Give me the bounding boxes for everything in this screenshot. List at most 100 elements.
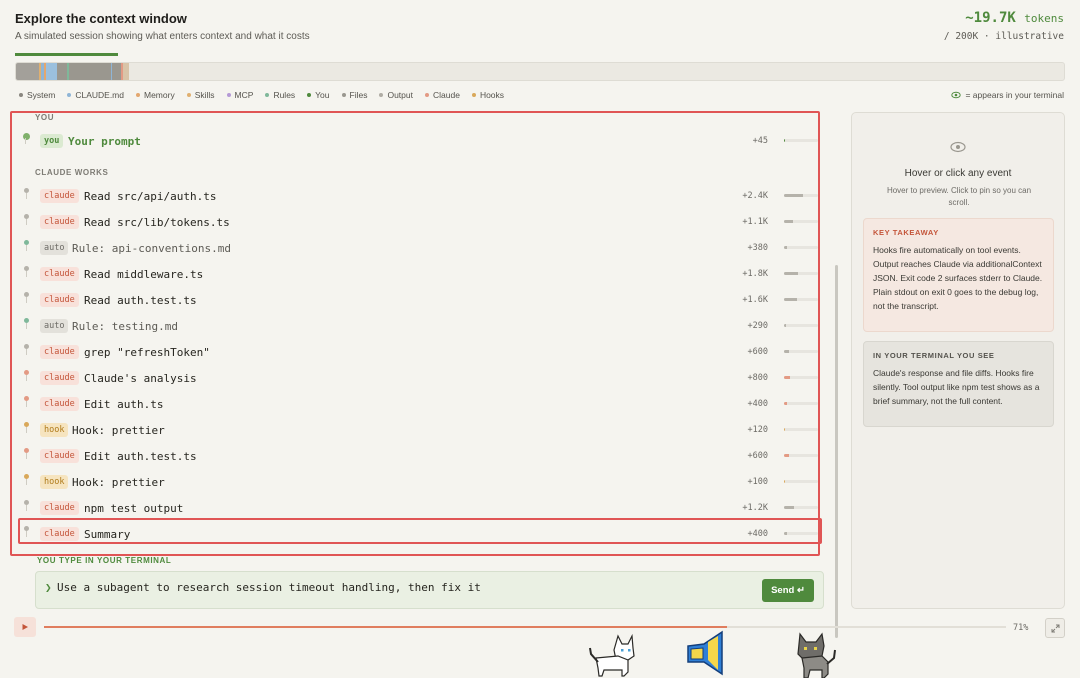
- section-label-claude-works: CLAUDE WORKS: [35, 168, 109, 177]
- event-label: Hook: prettier: [72, 423, 165, 437]
- event-marker: [24, 370, 29, 381]
- event-row[interactable]: hook Hook: prettier +100: [24, 472, 818, 492]
- event-marker: [24, 344, 29, 355]
- event-marker: [24, 318, 29, 329]
- expand-icon: [1051, 624, 1059, 632]
- event-row[interactable]: auto Rule: api-conventions.md +380: [24, 238, 818, 258]
- event-token-fill: [784, 220, 793, 223]
- event-row[interactable]: claude grep "refreshToken" +600: [24, 342, 818, 362]
- event-tokens: +600: [747, 347, 768, 357]
- event-token-bar: [784, 298, 818, 301]
- legend-dot: [379, 93, 384, 97]
- event-row[interactable]: claude npm test output +1.2K: [24, 498, 818, 518]
- event-label: Edit auth.test.ts: [84, 449, 197, 463]
- section-label-you: YOU: [35, 113, 55, 122]
- send-button[interactable]: Send ↵: [762, 579, 814, 602]
- legend-label: Skills: [194, 90, 215, 100]
- event-token-fill: [784, 480, 786, 483]
- legend-label: CLAUDE.md: [75, 90, 124, 100]
- play-icon: [22, 624, 28, 630]
- event-label: npm test output: [84, 501, 184, 515]
- event-token-bar: [784, 480, 818, 483]
- event-tokens: +100: [747, 477, 768, 487]
- context-stack-bar[interactable]: [15, 62, 1065, 81]
- event-row[interactable]: claude Claude's analysis +800: [24, 368, 818, 388]
- event-row[interactable]: auto Rule: testing.md +290: [24, 316, 818, 336]
- event-token-fill: [784, 194, 803, 197]
- highlight-summary: [18, 518, 822, 544]
- terminal-input[interactable]: ❯ Use a subagent to research session tim…: [35, 571, 824, 609]
- event-marker: [24, 266, 29, 277]
- event-label: Read middleware.ts: [84, 267, 204, 281]
- event-label: Edit auth.ts: [84, 397, 164, 411]
- terminal-view-card: IN YOUR TERMINAL YOU SEE Claude's respon…: [863, 341, 1054, 427]
- event-marker: [24, 188, 29, 199]
- context-segment: [16, 63, 40, 80]
- event-token-fill: [784, 350, 789, 353]
- legend-label: System: [27, 90, 56, 100]
- event-label: Read src/lib/tokens.ts: [84, 215, 230, 229]
- playback-slider[interactable]: [44, 626, 1006, 628]
- event-timeline[interactable]: YOU CLAUDE WORKS you Your prompt +45 claude…: [10, 111, 820, 556]
- terminal-text: Use a subagent to research session timeo…: [57, 581, 481, 594]
- event-token-bar: [784, 246, 818, 249]
- detail-hint: Hover to preview. Click to pin so you ca…: [886, 186, 1032, 207]
- event-tokens: +380: [747, 243, 768, 253]
- legend-label: Files: [349, 90, 368, 100]
- event-row[interactable]: claude Edit auth.ts +400: [24, 394, 818, 414]
- event-badge: claude: [40, 345, 79, 359]
- terminal-legend-label: = appears in your terminal: [965, 90, 1064, 100]
- event-label: Rule: api-conventions.md: [72, 241, 231, 255]
- event-row[interactable]: you Your prompt +45: [23, 131, 818, 151]
- terminal-legend: = appears in your terminal: [951, 90, 1064, 100]
- event-row[interactable]: hook Hook: prettier +120: [24, 420, 818, 440]
- event-row[interactable]: claude Read middleware.ts +1.8K: [24, 264, 818, 284]
- event-row[interactable]: claude Read auth.test.ts +1.6K: [24, 290, 818, 310]
- key-takeaway-title: KEY TAKEAWAY: [873, 228, 939, 237]
- event-label: Read auth.test.ts: [84, 293, 197, 307]
- event-token-bar: [784, 194, 818, 197]
- event-token-bar: [784, 506, 818, 509]
- terminal-view-title: IN YOUR TERMINAL YOU SEE: [873, 351, 995, 360]
- event-tokens: +120: [747, 425, 768, 435]
- eye-icon: [951, 91, 962, 99]
- legend-item: You: [307, 90, 330, 100]
- legend-dot: [186, 93, 191, 97]
- token-total: ~19.7K tokens: [965, 10, 1064, 26]
- event-badge: claude: [40, 293, 79, 307]
- event-label: Read src/api/auth.ts: [84, 189, 217, 203]
- page-title: Explore the context window: [15, 11, 187, 26]
- play-button[interactable]: [14, 617, 36, 637]
- event-badge: claude: [40, 215, 79, 229]
- event-marker: [24, 396, 29, 407]
- event-badge: claude: [40, 189, 79, 203]
- event-marker: [24, 214, 29, 225]
- context-segment: [122, 63, 130, 80]
- event-token-fill: [784, 324, 787, 327]
- event-marker: [24, 292, 29, 303]
- legend-dot: [67, 93, 72, 97]
- legend-item: Hooks: [471, 90, 505, 100]
- expand-button[interactable]: [1045, 618, 1065, 638]
- event-row[interactable]: claude Read src/api/auth.ts +2.4K: [24, 186, 818, 206]
- scrollbar[interactable]: [835, 265, 838, 638]
- event-label: Rule: testing.md: [72, 319, 178, 333]
- event-token-fill: [784, 506, 794, 509]
- legend-item: Memory: [136, 90, 175, 100]
- event-row[interactable]: claude Edit auth.test.ts +600: [24, 446, 818, 466]
- event-row[interactable]: claude Read src/lib/tokens.ts +1.1K: [24, 212, 818, 232]
- event-badge: claude: [40, 501, 79, 515]
- event-token-bar: [784, 139, 818, 142]
- event-token-bar: [784, 428, 818, 431]
- legend-item: System: [19, 90, 55, 100]
- event-token-fill: [784, 376, 791, 379]
- token-unit: tokens: [1024, 12, 1064, 25]
- legend-item: Skills: [186, 90, 215, 100]
- event-tokens: +1.6K: [742, 295, 768, 305]
- event-marker: [24, 474, 29, 485]
- gray-cat-icon: [797, 632, 836, 678]
- legend-label: Hooks: [479, 90, 505, 100]
- legend-label: Claude: [433, 90, 460, 100]
- legend-dot: [226, 93, 231, 97]
- megaphone-icon: [687, 630, 723, 676]
